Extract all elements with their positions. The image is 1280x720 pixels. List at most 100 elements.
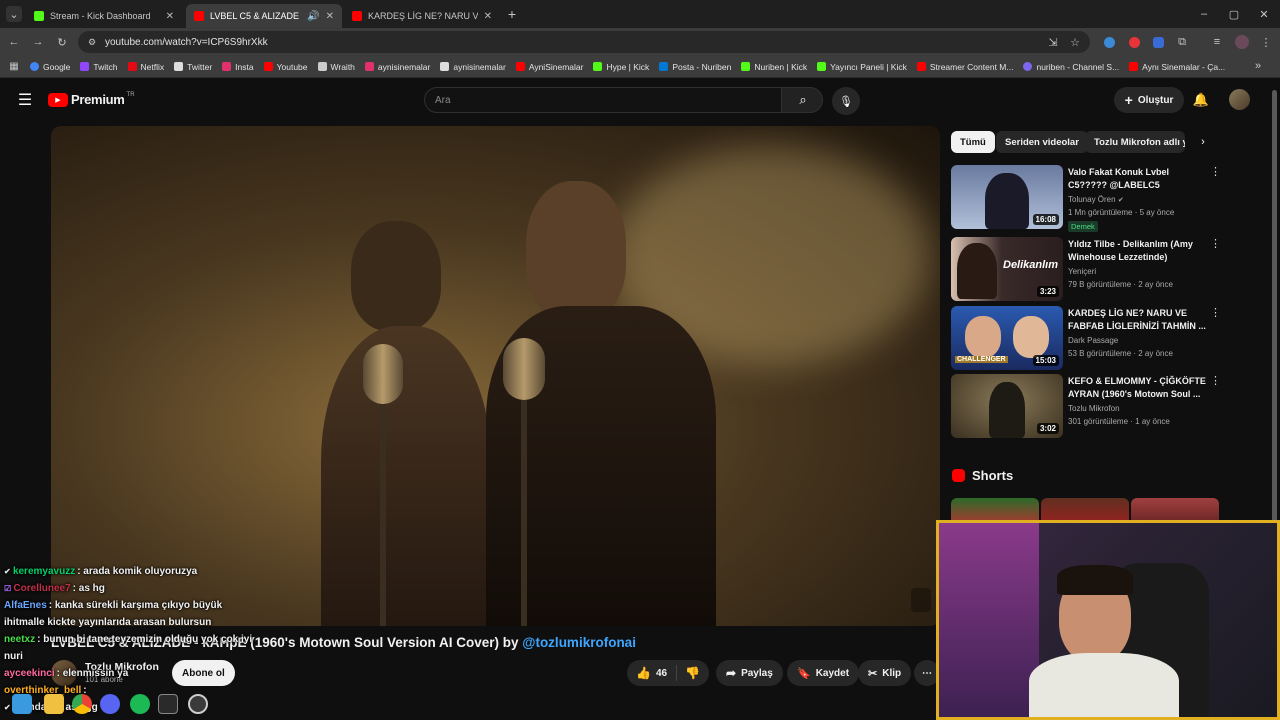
chevron-right-icon[interactable]: › [1195, 134, 1211, 150]
bookmark-aynisinemalar-insta[interactable]: aynisinemalar [364, 62, 430, 72]
bookmark-twitch[interactable]: Twitch [80, 62, 118, 72]
tab-kardes-lig[interactable]: KARDEŞ LİG NE? NARU VE FAB ✕ [344, 4, 500, 28]
recommendation-title: Yıldız Tilbe - Delikanlım (Amy Winehouse… [1068, 239, 1193, 262]
chat-username: keremyavuzz [12, 566, 76, 577]
bookmark-insta[interactable]: Insta [222, 62, 254, 72]
bookmarks-bar: ▦ Google Twitch Netflix Twitter Insta Yo… [0, 56, 1280, 78]
more-options-icon[interactable]: ⋮ [1210, 306, 1221, 319]
bookmark-icon: 🔖 [797, 667, 811, 680]
duration-badge: 3:02 [1036, 423, 1059, 434]
account-avatar[interactable] [1229, 89, 1250, 110]
close-icon[interactable]: ✕ [484, 11, 492, 22]
bookmarks-overflow-icon[interactable]: » [1252, 60, 1264, 72]
bookmark-google[interactable]: Google [30, 62, 70, 72]
create-button[interactable]: + Oluştur [1114, 87, 1184, 113]
new-tab-button[interactable]: + [504, 6, 520, 22]
bookmark-wraith[interactable]: Wraith [317, 62, 355, 72]
more-options-icon[interactable]: ⋮ [1210, 374, 1221, 387]
video-thumbnail[interactable]: 3:02 [951, 374, 1063, 438]
media-icon[interactable]: ≡ [1209, 34, 1225, 50]
recommendation-item[interactable]: 16:08 Valo Fakat Konuk Lvbel C5????? @LA… [951, 165, 1221, 232]
page-scrollbar[interactable] [1272, 90, 1277, 530]
x-icon [174, 62, 184, 71]
bookmark-streamer-content[interactable]: Streamer Content M... [916, 62, 1013, 72]
site-info-icon[interactable]: ⚙ [86, 36, 98, 48]
bookmark-twitter[interactable]: Twitter [174, 62, 212, 72]
extension-icon[interactable] [1153, 37, 1164, 48]
clip-button[interactable]: ✂ Klip [858, 660, 912, 686]
video-player[interactable] [51, 126, 940, 626]
discord-icon[interactable] [100, 694, 120, 714]
recommendation-item[interactable]: CHALLENGER 15:03 KARDEŞ LİG NE? NARU VE … [951, 306, 1221, 370]
bookmark-nuriben-channel[interactable]: nuriben - Channel S... [1023, 62, 1119, 72]
shorts-heading: Shorts [972, 468, 1014, 483]
recommendation-item[interactable]: 3:02 KEFO & ELMOMMY - ÇİĞKÖFTE AYRAN (19… [951, 374, 1221, 438]
tab-youtube-video[interactable]: LVBEL C5 & ALIZADE - kAHp 🔊 ✕ [186, 4, 342, 28]
like-button[interactable]: 👍 46 [627, 665, 677, 681]
video-thumbnail[interactable]: CHALLENGER 15:03 [951, 306, 1063, 370]
extension-icon[interactable] [1129, 37, 1140, 48]
bookmark-posta[interactable]: Posta - Nuriben [659, 62, 731, 72]
youtube-premium-logo[interactable]: ▶ Premium TR [48, 92, 135, 107]
voice-search-button[interactable]: 🎙 [832, 87, 860, 115]
chip-all[interactable]: Tümü [951, 131, 995, 153]
bookmark-star-icon[interactable]: ☆ [1068, 35, 1082, 49]
tab-kick-dashboard[interactable]: Stream - Kick Dashboard ✕ [26, 4, 182, 28]
hamburger-menu-icon[interactable]: ☰ [16, 91, 34, 109]
more-options-icon[interactable]: ⋮ [1210, 237, 1221, 250]
menu-kebab-icon[interactable]: ⋮ [1258, 34, 1274, 50]
video-thumbnail[interactable]: Delikanlım 3:23 [951, 237, 1063, 301]
share-button[interactable]: ➦ Paylaş [716, 660, 783, 686]
obs-icon[interactable] [188, 694, 208, 714]
spotify-icon[interactable] [130, 694, 150, 714]
bookmark-aynisinemalar-x[interactable]: aynisinemalar [440, 62, 506, 72]
close-icon[interactable]: ✕ [166, 11, 174, 22]
save-button[interactable]: 🔖 Kaydet [787, 660, 860, 686]
install-icon[interactable]: ⇲ [1046, 35, 1060, 49]
forward-icon[interactable]: → [30, 34, 46, 50]
tab-search-icon[interactable]: ⌄ [6, 6, 22, 22]
close-icon[interactable]: ✕ [326, 11, 334, 22]
extensions-puzzle-icon[interactable]: ⧉ [1174, 34, 1190, 50]
verified-icon: ✔ [1117, 197, 1124, 204]
recommendation-item[interactable]: Delikanlım 3:23 Yıldız Tilbe - Delikanlı… [951, 237, 1221, 301]
youtube-icon [515, 62, 525, 71]
recommendation-badge: Demek [1068, 221, 1098, 232]
bookmark-aynisinemalar-yt[interactable]: AyniSinemalar [515, 62, 583, 72]
bookmark-ayni-sinemalar[interactable]: Aynı Sinemalar - Ça... [1129, 62, 1225, 72]
app-icon[interactable] [158, 694, 178, 714]
speaker-icon[interactable]: 🔊 [307, 11, 319, 22]
apps-grid-icon[interactable]: ▦ [8, 60, 20, 72]
bookmark-netflix[interactable]: Netflix [127, 61, 165, 72]
search-button[interactable]: ⌕ [781, 87, 823, 113]
channel-handle-link[interactable]: @tozlumikrofonai [522, 635, 636, 650]
back-icon[interactable]: ← [6, 34, 22, 50]
maximize-icon[interactable]: ▢ [1226, 6, 1242, 22]
file-explorer-icon[interactable] [44, 694, 64, 714]
bookmark-label: Netflix [140, 61, 165, 72]
bookmark-hype-kick[interactable]: Hype | Kick [593, 62, 649, 72]
youtube-icon [352, 11, 362, 21]
reload-icon[interactable]: ↻ [54, 34, 70, 50]
bookmark-nuriben-kick[interactable]: Nuriben | Kick [741, 62, 807, 72]
window-close-icon[interactable]: ✕ [1256, 6, 1272, 22]
duration-badge: 16:08 [1032, 214, 1059, 225]
chip-channel[interactable]: Tozlu Mikrofon adlı y [1085, 131, 1185, 153]
more-options-icon[interactable]: ⋮ [1210, 165, 1221, 178]
chrome-icon[interactable] [72, 694, 92, 714]
notifications-bell-icon[interactable]: 🔔 [1192, 91, 1210, 109]
windows-start-icon[interactable] [12, 694, 32, 714]
minimize-icon[interactable]: – [1196, 6, 1212, 22]
video-thumbnail[interactable]: 16:08 [951, 165, 1063, 229]
extension-icon[interactable] [1104, 37, 1115, 48]
address-bar[interactable]: ⚙ youtube.com/watch?v=ICP6S9hrXkk ⇲ ☆ [78, 31, 1090, 53]
bookmark-yayinci-paneli[interactable]: Yayıncı Paneli | Kick [817, 62, 907, 72]
recommendation-meta: 301 görüntüleme · 1 ay önce [1068, 417, 1170, 426]
tab-title: Stream - Kick Dashboard [50, 11, 151, 21]
chip-series[interactable]: Seriden videolar [996, 131, 1088, 153]
search-input[interactable]: Ara [424, 87, 782, 113]
logo-text: Premium [71, 92, 125, 107]
dislike-button[interactable]: 👎 [677, 666, 700, 680]
profile-avatar[interactable] [1235, 35, 1249, 49]
bookmark-youtube[interactable]: Youtube [263, 62, 308, 72]
